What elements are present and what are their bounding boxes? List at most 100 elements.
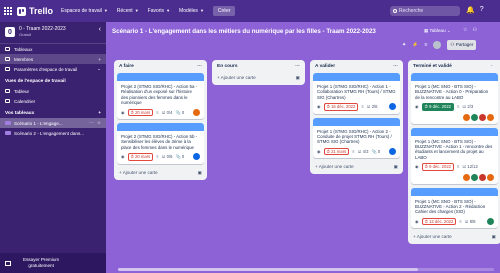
list-title[interactable]: A valider [315, 64, 335, 69]
scrollbar-thumb[interactable] [118, 268, 418, 271]
notifications-icon[interactable]: 🔔 [466, 6, 475, 14]
people-icon[interactable]: ⚇ [472, 27, 476, 33]
checklist-count: 0/6 [166, 154, 173, 160]
card-title: Projet 1 (MC SNO - BTS SIO) - BUZZNATIVE… [415, 138, 493, 160]
template-icon[interactable]: ▣ [394, 164, 398, 170]
nav-favorites[interactable]: Favoris ▼ [148, 8, 170, 14]
avatar[interactable] [471, 113, 478, 121]
template-icon[interactable]: ▣ [296, 75, 300, 81]
due-date-badge[interactable]: ⏱ 9 déc. 2022 [421, 163, 454, 171]
help-icon[interactable]: ? [480, 6, 484, 14]
add-card-label: + Ajouter une carte [315, 164, 354, 170]
nav-workspaces[interactable]: Espaces de travail ▼ [61, 8, 108, 14]
avatar[interactable] [193, 108, 200, 116]
sidebar-item-table[interactable]: Tableur [0, 86, 106, 96]
board-title[interactable]: Scénario 1 - L'engagement dans les métie… [112, 28, 376, 35]
filter-icon[interactable]: ≡ [424, 42, 427, 48]
due-date-badge[interactable]: ⏱ 9 déc. 2022 [421, 103, 454, 111]
avatar[interactable] [193, 153, 200, 161]
add-board-icon[interactable]: + [98, 111, 101, 116]
sidebar-item-calendar[interactable]: Calendrier [0, 96, 106, 106]
add-card-label: + Ajouter une carte [217, 75, 256, 80]
card[interactable]: Projet 1 (STMG SIG/RHC) - Action 1 - Col… [313, 73, 400, 114]
power-ups-icon[interactable]: ✦ [402, 42, 406, 48]
list-title[interactable]: A faire [119, 64, 134, 69]
more-icon[interactable]: ··· [89, 120, 94, 126]
checklist-badge: ☑ 2/3 [462, 104, 474, 110]
automation-icon[interactable]: ⚡ [412, 42, 418, 48]
list-menu-icon[interactable]: ··· [393, 64, 398, 69]
card-badges: ◉ ⏱ 12 déc. 2022 ≡ ☑ 8/8 [415, 217, 494, 226]
avatar[interactable] [479, 173, 486, 181]
nav-recent[interactable]: Récent ▼ [117, 8, 139, 14]
due-date-badge[interactable]: ⏱ 20 mars [127, 108, 154, 117]
card-members [389, 103, 396, 111]
create-button[interactable]: Créer [212, 6, 236, 16]
avatar[interactable] [389, 148, 396, 156]
checklist-count: 12/12 [467, 164, 478, 170]
sidebar-item-boards[interactable]: Tableaux [0, 44, 106, 54]
avatar[interactable] [487, 113, 494, 121]
list-menu-icon[interactable]: ··· [197, 64, 202, 69]
list-column: A valider ··· Projet 1 (STMG SIG/RHC) - Ac… [310, 60, 403, 175]
avatar[interactable] [487, 218, 494, 226]
share-button[interactable]: ⚇ Partager [447, 40, 477, 50]
card-badges: ◉ ⏱ 16 déc. 2022 ≡ ☑ 2/6 [317, 103, 396, 111]
card[interactable]: Projet 1 (MC SNO - BTS SIO) - BUZZNATIVE… [411, 187, 498, 229]
card-cover [117, 73, 204, 81]
avatar[interactable] [463, 113, 470, 121]
card[interactable]: Projet 2 (STMG SIG/RHC) - Action 5b - Se… [117, 123, 204, 164]
list-title[interactable]: En cours [217, 64, 238, 69]
due-date-badge[interactable]: ⏱ 21 mars [323, 147, 350, 156]
nav-templates[interactable]: Modèles ▼ [179, 8, 204, 14]
card[interactable]: Projet 1 (MC SNO - BTS SIO) - BUZZNATIVE… [411, 127, 498, 184]
workspace-header[interactable]: 0 0 - Traam 2022-2023 Gratuit ‹ [0, 22, 106, 44]
card-members [389, 148, 396, 156]
template-icon[interactable]: ▣ [198, 170, 202, 176]
try-premium-button[interactable]: Essayer Premium gratuitement [0, 253, 106, 273]
list-header: Terminé et validé··· [411, 64, 498, 73]
sidebar-item-settings[interactable]: Paramètres d'espace de travail ⌄ [0, 64, 106, 74]
list-title[interactable]: Terminé et validé [413, 64, 452, 69]
card-members [463, 113, 494, 121]
horizontal-scrollbar[interactable] [118, 268, 494, 271]
add-card-button[interactable]: + Ajouter une carte ▣ [117, 168, 204, 176]
list-menu-icon[interactable]: ··· [295, 64, 300, 69]
avatar[interactable] [487, 173, 494, 181]
premium-icon [5, 260, 11, 266]
collapse-sidebar-icon[interactable]: ‹ [99, 26, 101, 33]
add-card-button[interactable]: + Ajouter une carte ▣ [411, 232, 498, 240]
card-badges: ◉ ⏱ 9 déc. 2022 ≡ ☑ 2/3 [415, 103, 494, 121]
views-switcher[interactable]: ▦ Tableau ⌄ [424, 28, 451, 34]
sidebar-board-scenario-1[interactable]: Scénario 1 - L'engage... ··· ☆ [0, 118, 106, 128]
nav-label: Modèles [179, 8, 198, 14]
due-date-badge[interactable]: ⏱ 16 déc. 2022 [323, 103, 359, 111]
due-date-badge[interactable]: ⏱ 20 mars [127, 153, 154, 161]
board-header: Scénario 1 - L'engagement dans les métie… [106, 22, 500, 50]
apps-grid-icon[interactable] [4, 7, 12, 15]
add-card-button[interactable]: + Ajouter une carte ▣ [313, 162, 400, 170]
card[interactable]: Projet 1 (MC SNO - BTS SIO) - BUZZNATIVE… [411, 73, 498, 124]
add-card-button[interactable]: + Ajouter une carte ▣ [215, 73, 302, 81]
search-input[interactable]: Recherche [390, 6, 460, 16]
settings-icon [5, 67, 10, 71]
template-icon[interactable]: ▣ [492, 234, 496, 240]
add-member-icon[interactable]: + [98, 57, 101, 62]
avatar[interactable] [463, 173, 470, 181]
avatar[interactable] [471, 173, 478, 181]
sidebar-item-members[interactable]: Membres + [0, 54, 106, 64]
card[interactable]: Projet 1 (STMG SIG/RHC) - Action 2 - Con… [313, 117, 400, 159]
star-icon[interactable]: ☆ [463, 27, 467, 33]
add-card-label: + Ajouter une carte [119, 169, 158, 175]
attachment-count: 0 [181, 154, 185, 160]
trello-logo[interactable]: Trello [17, 6, 53, 16]
sidebar-item-label: Paramètres d'espace de travail [14, 66, 78, 72]
avatar[interactable] [389, 103, 396, 111]
star-icon[interactable]: ☆ [97, 120, 101, 126]
sidebar-board-scenario-2[interactable]: Scénario 2 - L'engagement dans... [0, 128, 106, 138]
avatar[interactable] [479, 113, 486, 121]
avatar[interactable] [433, 41, 442, 49]
due-date-badge[interactable]: ⏱ 12 déc. 2022 [421, 217, 457, 226]
card[interactable]: Projet 2 (STMG SIG/RHC) - Action 5a - Ré… [117, 73, 204, 120]
card-title: Projet 1 (MC SNO - BTS SIO) - BUZZNATIVE… [415, 198, 486, 215]
